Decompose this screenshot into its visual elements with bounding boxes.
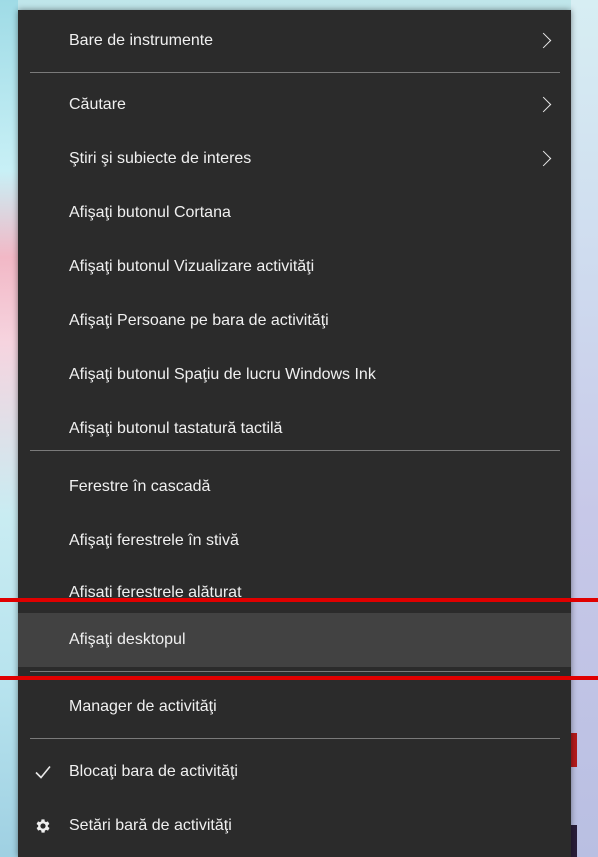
menu-item-label: Bare de instrumente	[69, 32, 214, 49]
chevron-right-icon	[535, 150, 552, 167]
menu-item-show-cortana[interactable]: Afişaţi butonul Cortana	[18, 186, 571, 240]
menu-item-show-desktop[interactable]: Afişaţi desktopul	[18, 613, 571, 667]
menu-separator	[30, 72, 560, 73]
menu-item-toolbars[interactable]: Bare de instrumente	[18, 14, 571, 68]
menu-item-label: Ştiri şi subiecte de interes	[69, 150, 252, 167]
menu-item-lock-taskbar[interactable]: Blocaţi bara de activităţi	[18, 745, 571, 799]
menu-item-label: Blocaţi bara de activităţi	[69, 763, 238, 780]
menu-separator	[30, 450, 560, 451]
menu-item-label: Manager de activităţi	[69, 698, 217, 715]
menu-item-show-task-view[interactable]: Afişaţi butonul Vizualizare activităţi	[18, 240, 571, 294]
menu-item-cascade-windows[interactable]: Ferestre în cascadă	[18, 460, 571, 514]
menu-item-label: Afişaţi butonul Vizualizare activităţi	[69, 258, 315, 275]
menu-item-label: Afişaţi butonul tastatură tactilă	[69, 420, 283, 437]
menu-item-label: Afişaţi butonul Spaţiu de lucru Windows …	[69, 366, 376, 383]
menu-item-stacked-windows[interactable]: Afişaţi ferestrele în stivă	[18, 514, 571, 568]
menu-item-show-touch-keyboard[interactable]: Afişaţi butonul tastatură tactilă	[18, 402, 571, 456]
menu-item-label: Afişaţi Persoane pe bara de activităţi	[69, 312, 329, 329]
menu-item-show-windows-ink[interactable]: Afişaţi butonul Spaţiu de lucru Windows …	[18, 348, 571, 402]
desktop-background-left	[0, 0, 18, 857]
chevron-right-icon	[535, 32, 552, 49]
menu-item-search[interactable]: Căutare	[18, 78, 571, 132]
annotation-red-line-top	[0, 598, 598, 602]
chevron-right-icon	[535, 96, 552, 113]
menu-item-show-people[interactable]: Afişaţi Persoane pe bara de activităţi	[18, 294, 571, 348]
menu-item-label: Afişaţi ferestrele în stivă	[69, 532, 239, 549]
menu-separator	[30, 671, 560, 672]
menu-item-label: Afişaţi butonul Cortana	[69, 204, 231, 221]
desktop-background-right	[571, 0, 598, 857]
menu-item-task-manager[interactable]: Manager de activităţi	[18, 680, 571, 734]
annotation-red-line-bottom	[0, 676, 598, 680]
menu-item-label: Căutare	[69, 96, 126, 113]
menu-item-news-and-interests[interactable]: Ştiri şi subiecte de interes	[18, 132, 571, 186]
menu-item-label: Afişaţi desktopul	[69, 631, 186, 648]
check-icon	[33, 762, 53, 782]
gear-icon	[33, 816, 53, 836]
menu-item-taskbar-settings[interactable]: Setări bară de activităţi	[18, 799, 571, 853]
menu-separator	[30, 738, 560, 739]
taskbar-context-menu: Bare de instrumente Căutare Ştiri şi sub…	[18, 10, 571, 857]
menu-item-label: Ferestre în cascadă	[69, 478, 211, 495]
menu-item-label: Setări bară de activităţi	[69, 817, 232, 834]
menu-item-side-by-side-windows[interactable]: Afisati ferestrele alăturat	[18, 566, 571, 620]
